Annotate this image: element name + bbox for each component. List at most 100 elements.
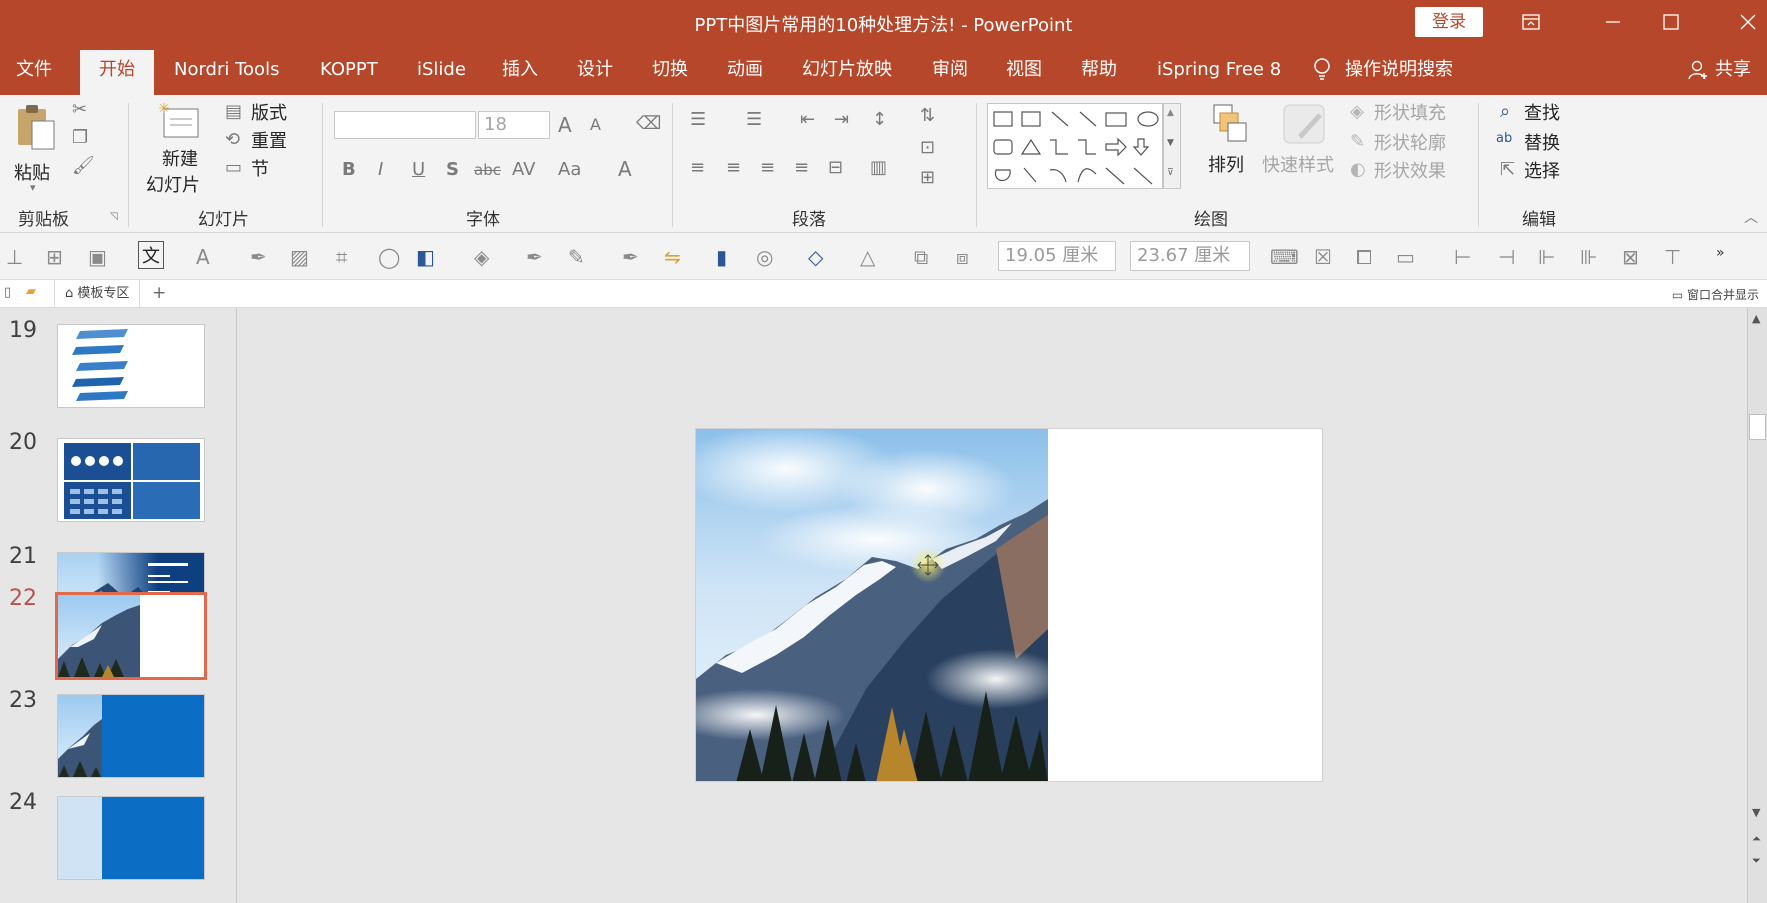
next-slide-icon[interactable]: ⏷ <box>1752 854 1761 868</box>
lightbulb-icon[interactable] <box>1312 45 1332 95</box>
underline-icon[interactable]: U <box>412 159 425 180</box>
folder-icon[interactable]: ▰ <box>26 284 36 299</box>
merge-shapes-icon[interactable]: ◎ <box>756 245 773 269</box>
image-icon[interactable]: ▨ <box>290 245 309 269</box>
delete-box-icon[interactable]: ☒ <box>1314 245 1332 269</box>
text-direction-icon[interactable]: ⇅ <box>920 105 935 126</box>
selection-pane-icon[interactable]: ⧠ <box>1356 245 1372 269</box>
tab-template-zone[interactable]: ⌂ 模板专区 <box>54 280 141 307</box>
increase-indent-icon[interactable]: ⇥ <box>834 109 849 130</box>
merge-windows-button[interactable]: ▭ 窗口合并显示 <box>1672 286 1759 303</box>
align-center-objects-icon[interactable]: ⊩ <box>1538 245 1555 269</box>
slide-thumbnail-20[interactable] <box>57 438 205 522</box>
copy-icon[interactable]: ❐ <box>72 127 88 148</box>
outline-icon[interactable]: ✎ <box>568 245 585 269</box>
format-painter-icon[interactable]: 🖌 <box>72 155 95 176</box>
align-right-icon[interactable]: ≡ <box>760 157 775 178</box>
bullets-icon[interactable]: ☰ <box>690 109 706 130</box>
smartart-icon[interactable]: ⊞ <box>920 167 935 188</box>
crop-icon[interactable]: ⌗ <box>336 245 347 269</box>
new-slide-button[interactable]: ✳ 新建 幻灯片 <box>144 101 214 199</box>
decrease-font-icon[interactable]: A <box>590 115 601 134</box>
bold-icon[interactable]: B <box>342 159 356 180</box>
reset-button[interactable]: 重置 <box>251 127 287 153</box>
scroll-up-icon[interactable]: ▲ <box>1752 312 1760 325</box>
menu-design[interactable]: 设计 <box>577 45 613 95</box>
mountain-photo[interactable] <box>696 429 1048 782</box>
change-case-icon[interactable]: Aa <box>558 159 581 180</box>
menu-koppt[interactable]: KOPPT <box>320 45 378 95</box>
distributed-icon[interactable]: ⊟ <box>828 157 843 178</box>
strikethrough-icon[interactable]: abc <box>474 161 501 179</box>
font-size-input[interactable]: 18 <box>478 111 550 139</box>
paste-button[interactable]: 粘贴 ▾ <box>12 103 58 199</box>
maximize-icon[interactable] <box>1643 0 1699 45</box>
collapse-ribbon-icon[interactable]: ︿ <box>1744 207 1758 227</box>
select-button[interactable]: 选择 <box>1524 157 1560 183</box>
eyedropper-icon[interactable]: ✒ <box>250 245 267 269</box>
menu-transitions[interactable]: 切换 <box>652 45 688 95</box>
menu-home[interactable]: 开始 <box>80 50 154 95</box>
increase-font-icon[interactable]: A <box>558 113 572 137</box>
decrease-indent-icon[interactable]: ⇤ <box>800 109 815 130</box>
distribute-icon[interactable]: ⊞ <box>46 245 63 269</box>
eyedropper-icon[interactable]: ✒ <box>622 245 639 269</box>
font-name-input[interactable] <box>334 111 476 139</box>
numbering-icon[interactable]: ☰ <box>746 109 762 130</box>
line-spacing-icon[interactable]: ↕ <box>872 109 887 130</box>
ribbon-display-options-icon[interactable] <box>1503 0 1559 45</box>
circle-icon[interactable]: ◯ <box>378 245 400 269</box>
menu-slideshow[interactable]: 幻灯片放映 <box>802 45 892 95</box>
align-left-icon[interactable]: ≡ <box>690 157 705 178</box>
group-icon[interactable]: ⧉ <box>914 245 928 269</box>
menu-review[interactable]: 审阅 <box>932 45 968 95</box>
fill-icon[interactable]: ◈ <box>474 245 489 269</box>
eyedropper-icon[interactable]: ✒ <box>526 245 543 269</box>
menu-nordri-tools[interactable]: Nordri Tools <box>174 45 279 95</box>
crop-frame-icon[interactable]: ▭ <box>1396 245 1415 269</box>
shapes-gallery[interactable] <box>987 103 1163 189</box>
current-slide[interactable] <box>695 428 1323 782</box>
scroll-down-icon[interactable]: ▼ <box>1752 806 1760 819</box>
align-middle-objects-icon[interactable]: ⊪ <box>1580 245 1597 269</box>
clear-formatting-icon[interactable]: ⌫ <box>636 113 661 134</box>
add-tab-icon[interactable]: + <box>152 283 166 303</box>
shape-height-input[interactable]: 19.05 厘米 <box>998 241 1116 271</box>
menu-help[interactable]: 帮助 <box>1081 45 1117 95</box>
columns-icon[interactable]: ▥ <box>870 157 887 178</box>
editing-scrollbar[interactable]: ▲ ▼ ⏶ ⏷ <box>1747 308 1767 903</box>
dialog-launcher-icon[interactable]: ◹ <box>110 211 118 222</box>
justify-icon[interactable]: ≡ <box>794 157 809 178</box>
find-button[interactable]: 查找 <box>1524 99 1560 125</box>
text-shadow-icon[interactable]: S <box>446 159 459 180</box>
menu-islide[interactable]: iSlide <box>417 45 466 95</box>
bar-chart-icon[interactable]: ▮ <box>716 245 727 269</box>
menu-insert[interactable]: 插入 <box>502 45 538 95</box>
align-text-icon[interactable]: ⊡ <box>920 137 935 158</box>
gallery-scroll[interactable]: ▲ ▼ ⊽ <box>1163 103 1181 189</box>
ungroup-icon[interactable]: ⧈ <box>956 245 969 269</box>
color-swatch-icon[interactable]: ◧ <box>416 245 435 269</box>
tell-me-search[interactable]: 操作说明搜索 <box>1345 45 1453 95</box>
italic-icon[interactable]: I <box>378 159 383 180</box>
section-button[interactable]: 节 <box>251 155 269 181</box>
keyboard-icon[interactable]: ⌨ <box>1270 245 1299 269</box>
textbox-icon[interactable]: ▣ <box>88 245 107 269</box>
slide-thumbnail-22[interactable] <box>55 592 207 680</box>
font-a-icon[interactable]: A <box>196 245 210 269</box>
previous-slide-icon[interactable]: ⏶ <box>1752 832 1761 846</box>
replace-button[interactable]: 替换 <box>1524 129 1560 155</box>
font-color-icon[interactable]: A <box>618 157 632 181</box>
text-style-icon[interactable]: 文 <box>138 241 164 269</box>
bring-forward-icon[interactable]: ⊤ <box>1664 245 1681 269</box>
share-button[interactable]: 共享 <box>1687 45 1751 95</box>
rotate-icon[interactable]: △ <box>860 245 875 269</box>
scroll-thumb[interactable] <box>1749 414 1766 440</box>
picture-compress-icon[interactable]: ⊠ <box>1622 245 1639 269</box>
more-tools-icon[interactable]: » <box>1716 245 1725 261</box>
slide-thumbnail-19[interactable] <box>57 324 205 408</box>
align-icon[interactable]: ⊥ <box>6 245 23 269</box>
edit-shape-icon[interactable]: ◇ <box>808 245 823 269</box>
cut-icon[interactable]: ✂ <box>72 99 87 120</box>
shape-width-input[interactable]: 23.67 厘米 <box>1130 241 1250 271</box>
